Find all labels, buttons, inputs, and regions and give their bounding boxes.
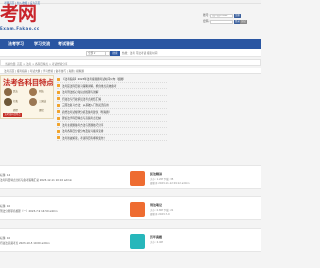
bullet-icon (57, 123, 60, 126)
card-meta: 大小: 2.4M (150, 241, 163, 244)
password-label: 密码: (203, 19, 210, 23)
forgot-button[interactable]: 忘记 (240, 19, 247, 24)
nav-item-forum[interactable]: 学习交流 (34, 39, 50, 49)
subject-label: 刑法 (39, 90, 44, 93)
main-nav: 法考学习 学习交流 考试答疑 (0, 39, 261, 49)
sub-nav-links[interactable]: 法考首页 | 报考指南 | 考试大纲 | 学习经验 | 备考技巧 | 真题 | … (4, 69, 84, 73)
subject-label: 行政 (13, 100, 18, 103)
username-input[interactable] (210, 13, 233, 18)
search-scope-value: 全部 (88, 51, 94, 55)
subject-label: 三国法 (39, 100, 47, 103)
bullet-icon (57, 97, 60, 100)
card-meta-updated: 更新于 2023-11-12 09:12 admin (150, 182, 190, 185)
username-label: 账号: (203, 13, 210, 17)
document-icon (130, 202, 145, 217)
bullet-icon (57, 84, 60, 87)
breadcrumb-text[interactable]: 当前位置: 首页 > 法考 > 各科目特点 > 考试经验分享 (5, 62, 67, 66)
news-title[interactable]: 法考民法科目复习策略详解，抓住重点高效备考 (62, 84, 116, 88)
news-list: 【法考指南】2023年法考客观题考试时间公布（组图） 法考民法科目复习策略详解，… (57, 76, 167, 141)
news-title[interactable]: 法考各科目分值分布及复习顺序安排 (62, 129, 104, 133)
list-item[interactable]: 法考新政解读，考试科目有哪些变化？ (57, 135, 167, 141)
card-count: 标题: 14 (0, 174, 11, 177)
bullet-icon (57, 90, 60, 94)
banner-title: 法考各科目特点 (3, 78, 54, 87)
bullet-icon (57, 136, 60, 139)
card-title[interactable]: 历年真题 (150, 235, 162, 239)
news-title[interactable]: 行政法与行政诉讼法考点总结汇编 (62, 97, 101, 101)
subject-label: 商经 (13, 109, 18, 112)
sub-nav: 法考首页 | 报考指南 | 考试大纲 | 学习经验 | 备考技巧 | 真题 | … (0, 68, 261, 74)
resource-card[interactable]: 标题: 10 刑法分则罪名梳理（一）2023-7-9 14:50 admin 刑… (0, 196, 261, 220)
subject-label: 民法 (13, 90, 18, 93)
card-summary[interactable]: 刑法分则罪名梳理（一）2023-7-9 14:50 admin (0, 209, 58, 213)
search-button[interactable]: 搜索 (110, 50, 120, 56)
avatar (4, 98, 12, 106)
news-title[interactable]: 商经法考试规律分析及备考建议（附真题） (62, 110, 111, 114)
news-title[interactable]: 【法考指南】2023年法考客观题考试时间公布（组图） (62, 77, 126, 81)
hot-search[interactable]: 热搜：法考 司法考试 报名时间 (122, 51, 157, 55)
cloud-download-icon (130, 234, 145, 249)
register-button[interactable]: 注册 (234, 13, 241, 18)
avatar (29, 98, 37, 106)
top-bar: 考网首页 | 加入收藏 | 设为首页 (0, 0, 261, 5)
logo-text: 考网 (0, 3, 37, 25)
card-meta-updated: 更新于 2023-7-9 (150, 213, 170, 216)
bullet-icon (57, 129, 60, 133)
resource-card[interactable]: 标题: 10 行政法高频考点 2023-10-5 10:00 admin 历年真… (0, 228, 261, 252)
logo-subtitle: Exam.Fakao.cc (0, 26, 40, 31)
nav-item-study[interactable]: 法考学习 (8, 39, 24, 49)
news-title[interactable]: 理论法学科目特点与高频考点归纳 (62, 116, 101, 120)
search-scope-select[interactable]: 全部 ▾ (86, 50, 106, 56)
username-row: 账号: 注册 (203, 13, 261, 18)
breadcrumb: 当前位置: 首页 > 法考 > 各科目特点 > 考试经验分享 (0, 59, 261, 66)
bullet-icon (57, 116, 60, 120)
site-logo[interactable]: 考网 Exam.Fakao.cc (0, 5, 60, 35)
card-count: 标题: 10 (0, 205, 11, 208)
avatar (29, 88, 37, 96)
bullet-icon (57, 77, 60, 81)
banner-caption: 法考各科目特点 (3, 113, 23, 117)
card-summary[interactable]: 行政法高频考点 2023-10-5 10:00 admin (0, 241, 50, 245)
news-title[interactable]: 法考刑法核心知识点梳理与讲解 (62, 90, 98, 94)
bullet-icon (57, 103, 60, 107)
password-row: 密码: 登录 忘记 (203, 19, 261, 24)
search-bar: 全部 ▾ 搜索 热搜：法考 司法考试 报名时间 (0, 49, 261, 57)
avatar (4, 88, 12, 96)
card-count: 标题: 10 (0, 237, 11, 240)
news-title[interactable]: 法考主观题备考方法与答题技巧分享 (62, 123, 104, 127)
news-title[interactable]: 三国法复习方法：从基础入门到灵活应用 (62, 103, 109, 107)
login-box: 账号: 注册 密码: 登录 忘记 (203, 13, 261, 30)
nav-item-qa[interactable]: 考试答疑 (58, 39, 74, 49)
subject-label: 理论 (39, 109, 44, 112)
card-title[interactable]: 民法精讲 (150, 172, 162, 176)
news-title[interactable]: 法考新政解读，考试科目有哪些变化？ (62, 136, 106, 140)
bullet-icon (57, 110, 60, 113)
card-title[interactable]: 刑法笔记 (150, 203, 162, 207)
resource-card[interactable]: 标题: 14 法考科目特点分析与备考策略汇总 2023-12-11 10:10 … (0, 165, 261, 189)
document-icon (130, 171, 145, 186)
card-summary[interactable]: 法考科目特点分析与备考策略汇总 2023-12-11 10:10 admin (0, 178, 72, 182)
subject-banner[interactable]: 法考各科目特点 民法 刑法 行政 三国法 商经 理论 法考各科目特点 (0, 75, 54, 119)
password-input[interactable] (210, 19, 233, 24)
